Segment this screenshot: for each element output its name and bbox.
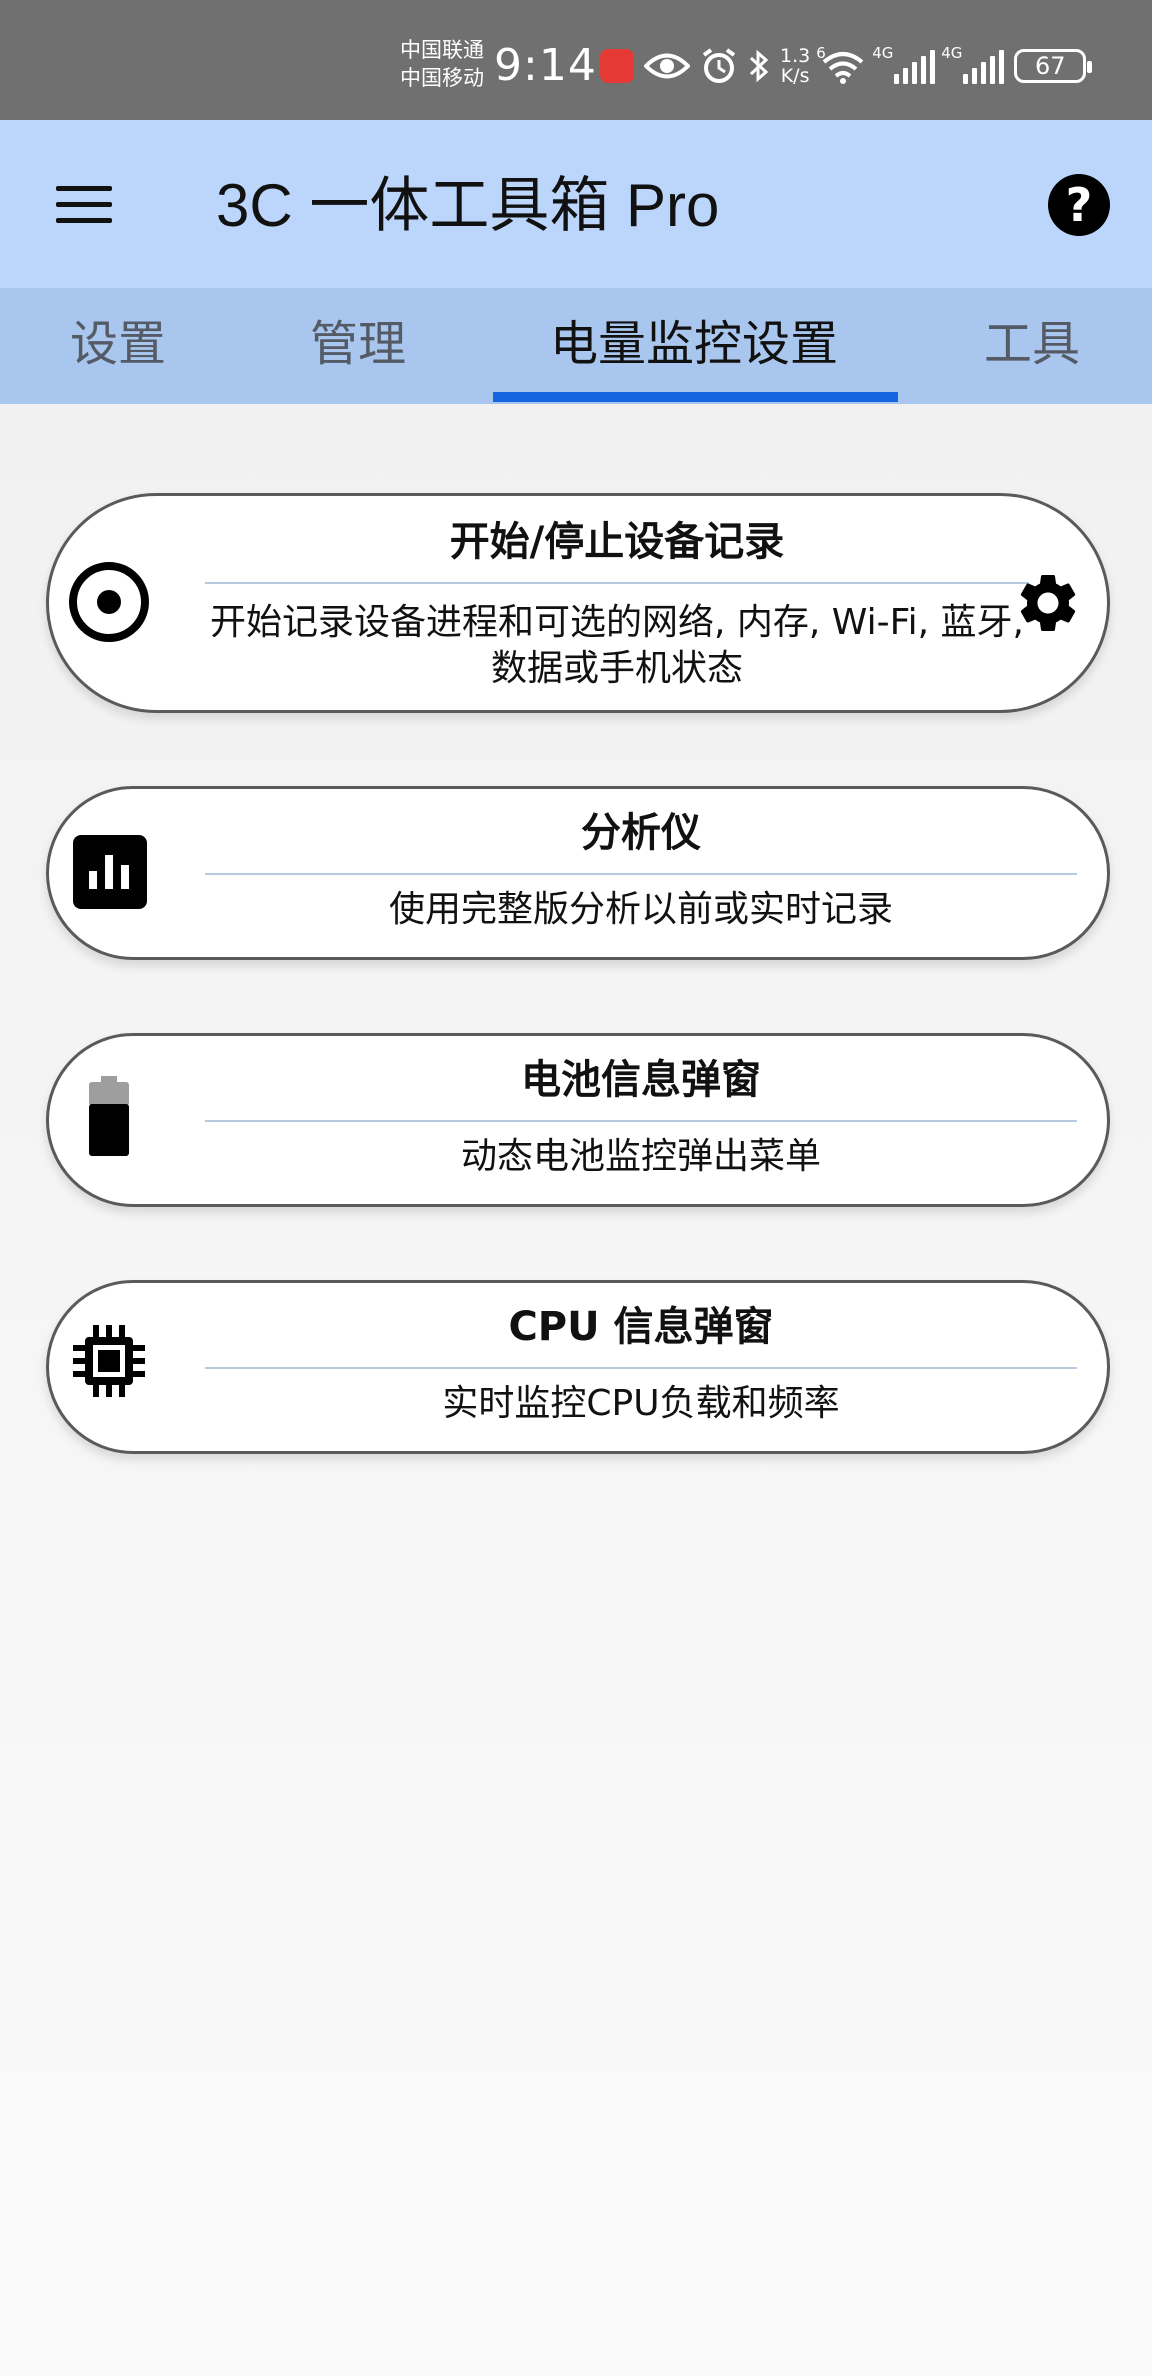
bar-chart-icon [73,835,147,909]
battery-status-icon: 67 [1014,49,1093,83]
tab-battery-monitor-settings[interactable]: 电量监控设置 [550,312,838,376]
record-icon [69,562,149,642]
card-analyzer[interactable]: 分析仪 使用完整版分析以前或实时记录 [46,786,1110,960]
card-title: 开始/停止设备记录 [449,519,785,565]
status-icons: 1.3 K/s 6 4G 4G 67 [600,40,1093,92]
card-description: 实时监控CPU负载和频率 [442,1383,840,1424]
card-title: CPU 信息弹窗 [508,1304,774,1350]
tab-settings[interactable]: 设置 [70,312,166,376]
carrier-2: 中国移动 [400,66,484,90]
card-battery-info-popup[interactable]: 电池信息弹窗 动态电池监控弹出菜单 [46,1033,1110,1207]
battery-level: 67 [1034,52,1066,80]
network-speed: 1.3 K/s [780,46,810,86]
card-divider [205,1120,1077,1122]
card-divider [205,873,1077,875]
wifi-label: 6 [816,44,826,62]
tab-bar: 设置 管理 电量监控设置 工具 [0,288,1152,404]
card-description: 开始记录设备进程和可选的网络, 内存, Wi-Fi, 蓝牙, 数据或手机状态 [210,602,1024,689]
wifi-indicator: 6 [816,44,866,84]
card-divider [205,582,1029,584]
app-title: 3C 一体工具箱 Pro [216,172,720,239]
notification-app-icon [600,49,634,83]
signal-1-label: 4G [872,44,894,62]
cpu-icon [73,1325,145,1397]
battery-icon [89,1076,129,1156]
tab-tools[interactable]: 工具 [984,312,1080,376]
card-title: 分析仪 [581,810,701,856]
card-description: 使用完整版分析以前或实时记录 [388,889,893,930]
signal-2-label: 4G [941,44,963,62]
app-screen: 中国联通 中国移动 9:14 1.3 K/s 6 4G 4G 67 3C 一体工… [0,0,1152,2376]
tab-manage[interactable]: 管理 [310,312,406,376]
card-start-stop-recording[interactable]: 开始/停止设备记录 开始记录设备进程和可选的网络, 内存, Wi-Fi, 蓝牙,… [46,493,1110,713]
card-description: 动态电池监控弹出菜单 [460,1136,821,1177]
card-divider [205,1367,1077,1369]
bluetooth-icon [749,49,769,83]
network-speed-value: 1.3 [780,45,811,67]
alarm-icon [702,48,736,83]
active-tab-indicator [493,392,898,402]
status-bar: 中国联通 中国移动 9:14 1.3 K/s 6 4G 4G 67 [0,0,1152,120]
app-bar: 3C 一体工具箱 Pro ? [0,120,1152,288]
card-cpu-info-popup[interactable]: CPU 信息弹窗 实时监控CPU负载和频率 [46,1280,1110,1454]
network-speed-unit: K/s [780,65,810,87]
signal-2-indicator: 4G [941,44,1005,84]
carrier-1: 中国联通 [400,38,484,62]
menu-icon[interactable] [56,182,112,226]
eye-icon [644,53,690,79]
clock: 9:14 [494,40,597,91]
gear-icon[interactable] [1013,568,1083,638]
signal-1-indicator: 4G [872,44,936,84]
wifi-icon [822,52,864,84]
card-title: 电池信息弹窗 [521,1057,761,1103]
carrier-names: 中国联通 中国移动 [400,36,484,92]
help-icon[interactable]: ? [1048,174,1110,236]
